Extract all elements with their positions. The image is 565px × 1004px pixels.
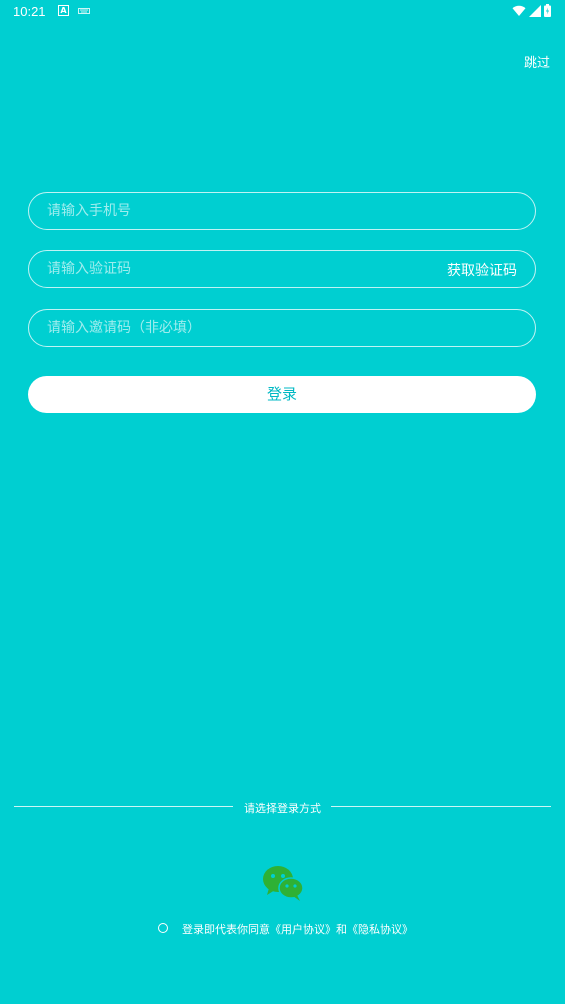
invite-field bbox=[28, 309, 536, 347]
agreement-row: 登录即代表你同意《用户协议》和《隐私协议》 bbox=[0, 921, 565, 937]
agreement-conjunction: 和 bbox=[336, 923, 347, 936]
verification-code-input[interactable] bbox=[47, 251, 407, 287]
status-bar: 10:21 A bbox=[0, 0, 565, 24]
privacy-agreement-link[interactable]: 《隐私协议》 bbox=[347, 923, 413, 936]
skip-button[interactable]: 跳过 bbox=[524, 52, 550, 71]
status-time: 10:21 bbox=[13, 4, 46, 19]
wechat-icon[interactable] bbox=[261, 864, 305, 902]
login-method-label: 请选择登录方式 bbox=[244, 802, 321, 815]
battery-icon bbox=[544, 4, 551, 17]
agree-radio[interactable] bbox=[158, 923, 168, 933]
code-field: 获取验证码 bbox=[28, 250, 536, 288]
notification-a-icon: A bbox=[58, 5, 69, 16]
agreement-prefix: 登录即代表你同意 bbox=[182, 923, 270, 936]
wifi-icon bbox=[512, 5, 526, 16]
notification-keyboard-icon bbox=[78, 8, 90, 14]
get-code-button[interactable]: 获取验证码 bbox=[447, 260, 517, 280]
phone-field bbox=[28, 192, 536, 230]
invite-code-input[interactable] bbox=[47, 310, 407, 346]
agreement-text: 登录即代表你同意《用户协议》和《隐私协议》 bbox=[182, 921, 413, 937]
signal-icon bbox=[529, 4, 541, 17]
status-right bbox=[512, 4, 551, 17]
user-agreement-link[interactable]: 《用户协议》 bbox=[270, 923, 336, 936]
login-button[interactable]: 登录 bbox=[28, 376, 536, 413]
phone-input[interactable] bbox=[47, 193, 407, 229]
